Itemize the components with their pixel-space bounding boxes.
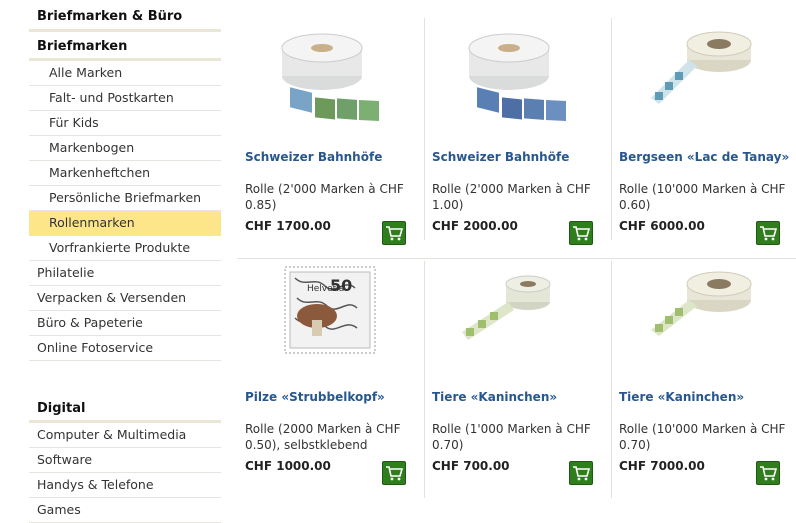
product-card: Bergseen «Lac de Tanay» Rolle (10'000 Ma… xyxy=(611,18,796,258)
shopping-cart-icon xyxy=(386,466,403,481)
product-description: Rolle (2'000 Marken à CHF 0.85) xyxy=(245,182,404,212)
sidebar-item-rollenmarken[interactable]: Rollenmarken xyxy=(29,211,221,236)
add-to-cart-button[interactable] xyxy=(569,461,593,485)
add-to-cart-button[interactable] xyxy=(756,461,780,485)
add-to-cart-button[interactable] xyxy=(756,221,780,245)
section-title-briefmarken-buero[interactable]: Briefmarken & Büro xyxy=(29,0,221,32)
product-price: CHF 6000.00 xyxy=(619,219,705,233)
sidebar-item-fuer-kids[interactable]: Für Kids xyxy=(29,111,221,136)
product-description: Rolle (10'000 Marken à CHF 0.70) xyxy=(619,422,786,452)
stamp-roll-image[interactable] xyxy=(432,18,602,130)
sidebar-item-buero-papeterie[interactable]: Büro & Papeterie xyxy=(29,311,221,336)
product-description: Rolle (2'000 Marken à CHF 1.00) xyxy=(432,182,591,212)
product-price: CHF 1000.00 xyxy=(245,459,331,473)
product-name[interactable]: Tiere «Kaninchen» xyxy=(619,390,744,404)
product-price: CHF 700.00 xyxy=(432,459,510,473)
product-description: Rolle (1'000 Marken à CHF 0.70) xyxy=(432,422,591,452)
product-name[interactable]: Schweizer Bahnhöfe xyxy=(432,150,569,164)
sidebar-item-falt-und-postkarten[interactable]: Falt- und Postkarten xyxy=(29,86,221,111)
shopping-cart-icon xyxy=(760,466,777,481)
sidebar-item-alle-marken[interactable]: Alle Marken xyxy=(29,61,221,86)
product-price: CHF 2000.00 xyxy=(432,219,518,233)
product-name[interactable]: Pilze «Strubbelkopf» xyxy=(245,390,385,404)
sidebar-item-games[interactable]: Games xyxy=(29,498,221,523)
product-card: 50 Helvetia Pilze «Strubbelkopf» Rolle (… xyxy=(237,258,424,498)
sidebar-nav: Briefmarken & Büro Briefmarken Alle Mark… xyxy=(29,0,221,523)
shopping-cart-icon xyxy=(386,226,403,241)
product-name[interactable]: Tiere «Kaninchen» xyxy=(432,390,557,404)
stamp-country-text: Helvetia xyxy=(307,284,344,294)
sidebar-item-markenheftchen[interactable]: Markenheftchen xyxy=(29,161,221,186)
section-subtitle-briefmarken[interactable]: Briefmarken xyxy=(29,32,221,61)
mushroom-stamp-image[interactable]: 50 Helvetia xyxy=(245,258,415,370)
sidebar-item-verpacken-versenden[interactable]: Verpacken & Versenden xyxy=(29,286,221,311)
product-card: Schweizer Bahnhöfe Rolle (2'000 Marken à… xyxy=(237,18,424,258)
product-name[interactable]: Schweizer Bahnhöfe xyxy=(245,150,382,164)
section-title-digital[interactable]: Digital xyxy=(29,394,221,423)
sidebar-item-online-fotoservice[interactable]: Online Fotoservice xyxy=(29,336,221,361)
stamp-roll-image[interactable] xyxy=(619,18,789,130)
product-description: Rolle (10'000 Marken à CHF 0.60) xyxy=(619,182,786,212)
sidebar-item-handys-telefone[interactable]: Handys & Telefone xyxy=(29,473,221,498)
product-card: Tiere «Kaninchen» Rolle (1'000 Marken à … xyxy=(424,258,611,498)
add-to-cart-button[interactable] xyxy=(569,221,593,245)
sidebar-item-software[interactable]: Software xyxy=(29,448,221,473)
stamp-roll-image[interactable] xyxy=(619,258,789,370)
product-name[interactable]: Bergseen «Lac de Tanay» xyxy=(619,150,789,164)
sidebar-item-persoenliche-briefmarken[interactable]: Persönliche Briefmarken xyxy=(29,186,221,211)
product-grid: Schweizer Bahnhöfe Rolle (2'000 Marken à… xyxy=(237,18,796,503)
shopping-cart-icon xyxy=(760,226,777,241)
product-card: Schweizer Bahnhöfe Rolle (2'000 Marken à… xyxy=(424,18,611,258)
product-price: CHF 1700.00 xyxy=(245,219,331,233)
shopping-cart-icon xyxy=(573,226,590,241)
stamp-roll-image[interactable] xyxy=(432,258,602,370)
add-to-cart-button[interactable] xyxy=(382,221,406,245)
shopping-cart-icon xyxy=(573,466,590,481)
product-price: CHF 7000.00 xyxy=(619,459,705,473)
add-to-cart-button[interactable] xyxy=(382,461,406,485)
sidebar-item-computer-multimedia[interactable]: Computer & Multimedia xyxy=(29,423,221,448)
product-description: Rolle (2000 Marken à CHF 0.50), selbstkl… xyxy=(245,422,401,452)
sidebar-item-philatelie[interactable]: Philatelie xyxy=(29,261,221,286)
sidebar-item-vorfrankierte-produkte[interactable]: Vorfrankierte Produkte xyxy=(29,236,221,261)
stamp-roll-image[interactable] xyxy=(245,18,415,130)
product-card: Tiere «Kaninchen» Rolle (10'000 Marken à… xyxy=(611,258,796,498)
sidebar-item-markenbogen[interactable]: Markenbogen xyxy=(29,136,221,161)
